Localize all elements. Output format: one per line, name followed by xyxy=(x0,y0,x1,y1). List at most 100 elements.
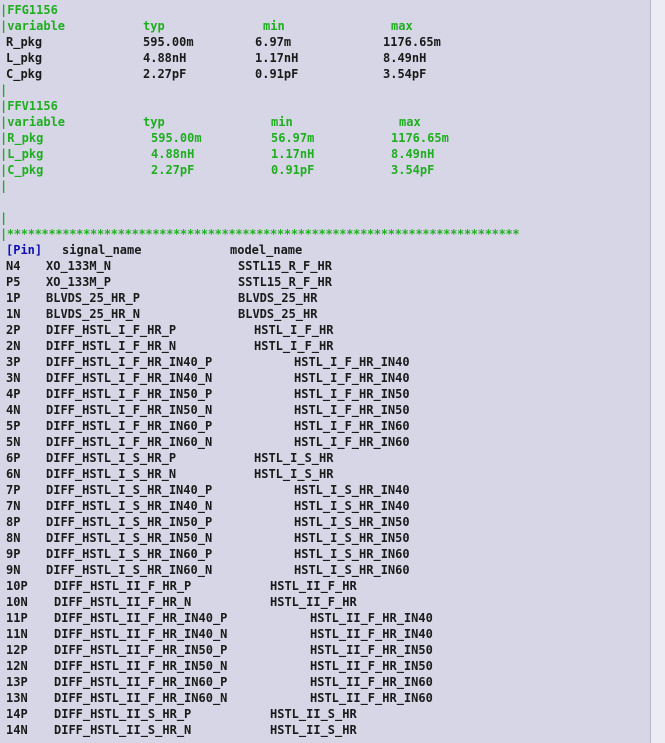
signal-name: DIFF_HSTL_I_S_HR_IN50_N xyxy=(46,531,213,545)
signal-name: DIFF_HSTL_I_S_HR_IN60_P xyxy=(46,547,213,561)
signal-name: BLVDS_25_HR_P xyxy=(46,291,140,305)
signal-name: DIFF_HSTL_I_F_HR_IN60_N xyxy=(46,435,213,449)
signal-name: DIFF_HSTL_I_F_HR_IN50_N xyxy=(46,403,213,417)
param-name: L_pkg xyxy=(6,51,43,65)
pin-number: 9N xyxy=(6,563,21,577)
model-name: HSTL_II_F_HR_IN60 xyxy=(310,675,433,689)
signal-name: BLVDS_25_HR_N xyxy=(46,307,140,321)
label-max: max xyxy=(399,115,421,129)
param-max: 3.54pF xyxy=(391,163,435,177)
param-min: 1.17nH xyxy=(255,51,299,65)
model-name: HSTL_II_S_HR xyxy=(270,707,357,721)
param-max: 3.54pF xyxy=(383,67,427,81)
model-name: HSTL_II_F_HR xyxy=(270,595,357,609)
pin-number: 6N xyxy=(6,467,21,481)
param-typ: 595.00m xyxy=(151,131,202,145)
ffv-label-row: |variable typ min max xyxy=(0,114,421,130)
pin-number: 9P xyxy=(6,547,21,561)
label-variable: |variable xyxy=(0,115,66,129)
signal-name: DIFF_HSTL_I_F_HR_P xyxy=(46,323,177,337)
ffg-row: L_pkg 4.88nH 1.17nH 8.49nH xyxy=(0,50,426,66)
param-min: 56.97m xyxy=(271,131,315,145)
param-name: |L_pkg xyxy=(0,147,44,161)
pin-number: 1P xyxy=(6,291,21,305)
pin-number: 4P xyxy=(6,387,21,401)
pin-header-row: [Pin] signal_name model_name xyxy=(0,242,302,258)
signal-name: XO_133M_N xyxy=(46,259,112,273)
comment-bar: | xyxy=(0,211,8,225)
model-name: SSTL15_R_F_HR xyxy=(238,259,332,273)
pin-number: 2N xyxy=(6,339,21,353)
param-typ: 4.88nH xyxy=(143,51,187,65)
model-name: HSTL_II_F_HR_IN50 xyxy=(310,659,433,673)
pin-number: 4N xyxy=(6,403,21,417)
param-name: |R_pkg xyxy=(0,131,44,145)
model-name: HSTL_II_S_HR xyxy=(270,723,357,737)
signal-name: DIFF_HSTL_II_F_HR_IN50_N xyxy=(54,659,228,673)
pin-number: 13P xyxy=(6,675,28,689)
label-typ: typ xyxy=(143,19,165,33)
ffv-row: |R_pkg 595.00m 56.97m 1176.65m xyxy=(0,130,449,146)
model-name: HSTL_I_S_HR_IN60 xyxy=(294,547,410,561)
ffg-row: R_pkg 595.00m 6.97m 1176.65m xyxy=(0,34,441,50)
param-min: 0.91pF xyxy=(255,67,299,81)
label-typ: typ xyxy=(143,115,165,129)
model-name: HSTL_I_S_HR_IN50 xyxy=(294,515,410,529)
text-editor[interactable]: |FFG1156 |variable typ min max R_pkg 595… xyxy=(0,0,651,743)
pin-number: 10P xyxy=(6,579,28,593)
label-variable: |variable xyxy=(0,19,66,33)
pin-number: 5N xyxy=(6,435,21,449)
model-name: HSTL_II_F_HR_IN40 xyxy=(310,627,433,641)
pin-number: 13N xyxy=(6,691,28,705)
pin-number: 3P xyxy=(6,355,21,369)
signal-name: DIFF_HSTL_II_F_HR_IN60_N xyxy=(54,691,228,705)
signal-name: DIFF_HSTL_II_F_HR_IN40_P xyxy=(54,611,228,625)
model-name: HSTL_I_F_HR_IN50 xyxy=(294,403,410,417)
model-name: HSTL_I_F_HR_IN40 xyxy=(294,355,410,369)
pin-number: 12N xyxy=(6,659,28,673)
param-name: R_pkg xyxy=(6,35,43,49)
model-name-header: model_name xyxy=(230,243,303,257)
param-typ: 2.27pF xyxy=(151,163,195,177)
signal-name: DIFF_HSTL_I_F_HR_N xyxy=(46,339,177,353)
ffg-label-row: |variable typ min max xyxy=(0,18,413,34)
pin-number: 10N xyxy=(6,595,28,609)
pin-number: 8N xyxy=(6,531,21,545)
param-max: 8.49nH xyxy=(391,147,435,161)
signal-name: XO_133M_P xyxy=(46,275,112,289)
comment-bar: | xyxy=(0,83,8,97)
param-name: |C_pkg xyxy=(0,163,44,177)
label-min: min xyxy=(263,19,285,33)
signal-name: DIFF_HSTL_II_F_HR_P xyxy=(54,579,192,593)
signal-name: DIFF_HSTL_I_F_HR_IN40_N xyxy=(46,371,213,385)
pin-number: 14N xyxy=(6,723,28,737)
signal-name: DIFF_HSTL_II_F_HR_IN50_P xyxy=(54,643,228,657)
pin-number: 1N xyxy=(6,307,21,321)
pin-number: 6P xyxy=(6,451,21,465)
pin-number: 7P xyxy=(6,483,21,497)
signal-name: DIFF_HSTL_I_S_HR_IN40_P xyxy=(46,483,213,497)
param-typ: 4.88nH xyxy=(151,147,195,161)
param-min: 6.97m xyxy=(255,35,292,49)
signal-name: DIFF_HSTL_I_F_HR_IN60_P xyxy=(46,419,213,433)
model-name: HSTL_I_S_HR xyxy=(254,451,334,465)
signal-name: DIFF_HSTL_II_S_HR_P xyxy=(54,707,192,721)
pin-number: 11P xyxy=(6,611,28,625)
signal-name: DIFF_HSTL_I_S_HR_IN50_P xyxy=(46,515,213,529)
model-name: HSTL_II_F_HR xyxy=(270,579,357,593)
comment-bar: | xyxy=(0,179,8,193)
model-name: HSTL_I_F_HR_IN40 xyxy=(294,371,410,385)
param-min: 1.17nH xyxy=(271,147,315,161)
model-name: HSTL_I_F_HR_IN60 xyxy=(294,419,410,433)
model-name: HSTL_I_F_HR xyxy=(254,339,334,353)
star-separator: |***************************************… xyxy=(0,227,520,241)
signal-name: DIFF_HSTL_I_F_HR_IN40_P xyxy=(46,355,213,369)
pin-number: 14P xyxy=(6,707,28,721)
pin-number: 8P xyxy=(6,515,21,529)
model-name: HSTL_I_F_HR_IN60 xyxy=(294,435,410,449)
signal-name-header: signal_name xyxy=(62,243,142,257)
signal-name: DIFF_HSTL_II_F_HR_IN60_P xyxy=(54,675,228,689)
param-typ: 2.27pF xyxy=(143,67,187,81)
model-name: HSTL_II_F_HR_IN50 xyxy=(310,643,433,657)
vertical-scrollbar[interactable] xyxy=(650,0,665,743)
